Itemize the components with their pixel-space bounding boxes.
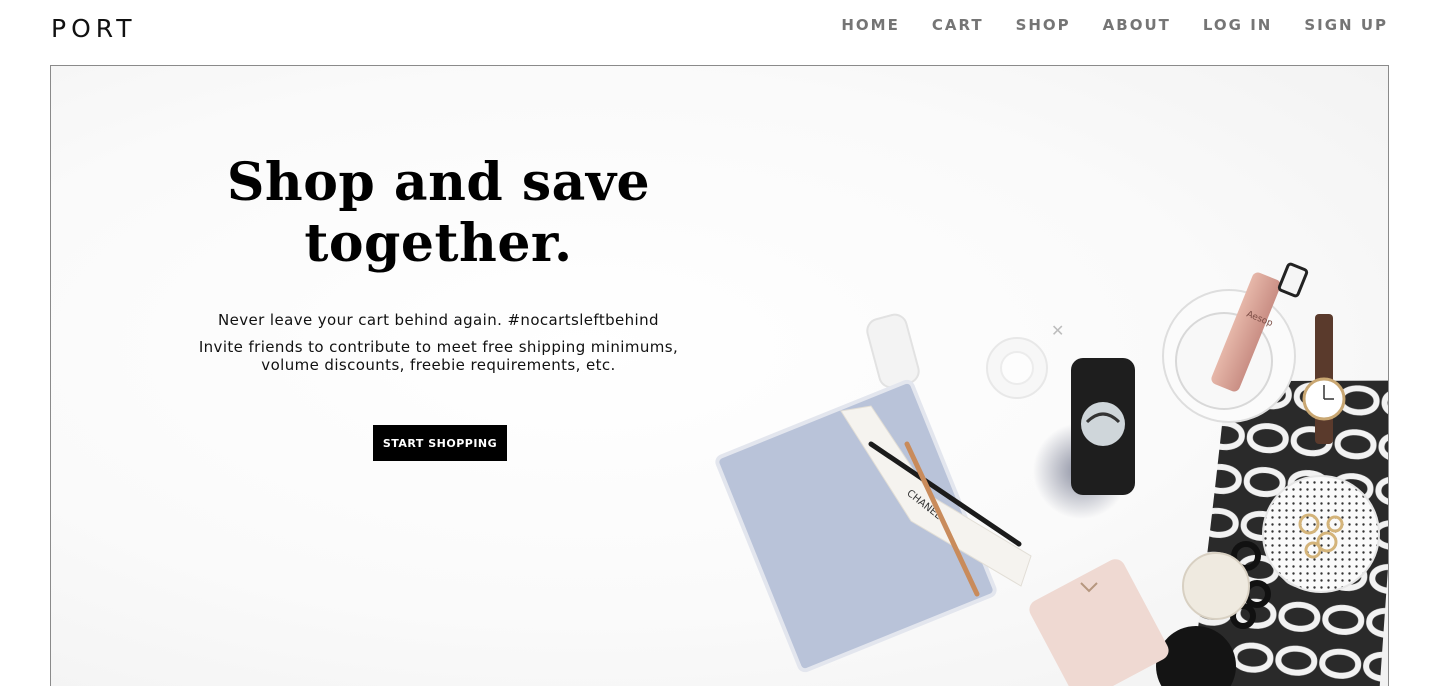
hero-text-block: Shop and save together. Never leave your…: [161, 152, 716, 374]
dotted-dish: [1262, 475, 1380, 593]
ribbon-label: CHANEL: [904, 488, 943, 522]
cup-saucer: [1162, 289, 1296, 423]
hair-tie: [1231, 541, 1261, 571]
nav-about-link[interactable]: ABOUT: [1103, 16, 1171, 34]
hero-tagline: Never leave your cart behind again. #noc…: [218, 311, 659, 329]
headline-line-2: together.: [304, 213, 573, 274]
nav-cart-link[interactable]: CART: [932, 16, 984, 34]
hero-description: Invite friends to contribute to meet fre…: [161, 338, 716, 374]
blue-notebook: [715, 379, 997, 673]
bottle-label: Aesop: [1245, 310, 1274, 330]
phone-case: [1071, 358, 1135, 495]
watch-face: [1302, 377, 1346, 421]
description-line-2: volume discounts, freebie requirements, …: [261, 356, 616, 374]
cup: [1175, 312, 1273, 410]
site-header: PORT HOME CART SHOP ABOUT LOG IN SIGN UP: [0, 0, 1436, 58]
hero-section: Aesop ✕ CHANEL Shop and save together. N…: [50, 65, 1389, 686]
nav-shop-link[interactable]: SHOP: [1016, 16, 1071, 34]
description-line-1: Invite friends to contribute to meet fre…: [198, 338, 679, 356]
aesop-bottle: [1211, 272, 1281, 392]
white-figurine: [866, 313, 920, 389]
bottle-cap: [1277, 262, 1309, 298]
black-yarn-ball: [1156, 626, 1236, 686]
pencil-black: [868, 441, 1022, 547]
pink-pouch: [1029, 559, 1169, 686]
nav-signup-link[interactable]: SIGN UP: [1304, 16, 1388, 34]
brand-logo[interactable]: PORT: [51, 14, 137, 43]
hero-headline: Shop and save together.: [161, 152, 716, 274]
headline-line-1: Shop and save: [226, 152, 651, 213]
nav-login-link[interactable]: LOG IN: [1203, 16, 1272, 34]
watch-strap: [1315, 314, 1333, 444]
svg-text:✕: ✕: [1051, 321, 1064, 340]
landing-page: PORT HOME CART SHOP ABOUT LOG IN SIGN UP: [0, 0, 1436, 686]
ribbon: [840, 405, 1032, 587]
start-shopping-button[interactable]: START SHOPPING: [373, 425, 507, 461]
camellia-flower: [986, 337, 1048, 399]
pencil-wood: [904, 441, 980, 597]
cream-yarn-ball: [1182, 552, 1250, 620]
patterned-scarf: [1190, 380, 1388, 686]
fur-pompom: [1033, 423, 1129, 519]
nav-home-link[interactable]: HOME: [841, 16, 899, 34]
main-nav: HOME CART SHOP ABOUT LOG IN SIGN UP: [841, 16, 1388, 34]
